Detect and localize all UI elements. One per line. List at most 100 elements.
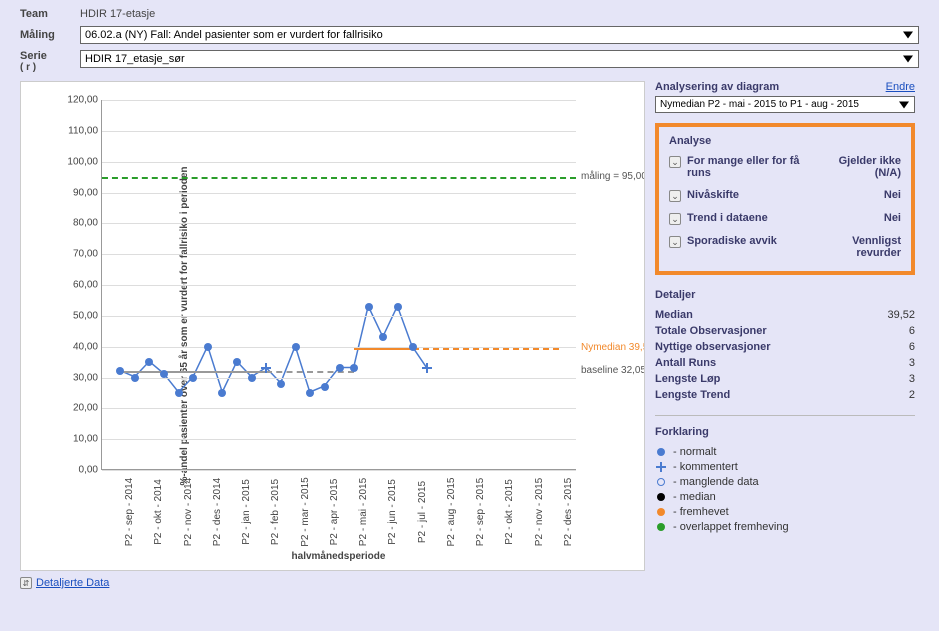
data-point — [175, 389, 183, 397]
maling-label: Måling — [20, 29, 80, 41]
x-tick: P2 - des - 2015 — [559, 478, 574, 546]
data-point — [131, 374, 139, 382]
legend-icon — [655, 446, 667, 458]
x-tick: P2 - sep - 2014 — [120, 478, 135, 546]
data-point — [350, 364, 358, 372]
data-point — [218, 389, 226, 397]
x-tick: P2 - des - 2014 — [208, 478, 223, 546]
serie-select[interactable]: HDIR 17_etasje_sør — [80, 50, 919, 68]
analyse-row-label: Sporadiske avvik — [687, 235, 815, 247]
legend-text: - kommentert — [673, 461, 738, 473]
legend-text: - median — [673, 491, 716, 503]
nymedian-label: Nymedian 39,52 — [581, 342, 645, 353]
y-tick: 0,00 — [62, 465, 98, 476]
data-point — [116, 367, 124, 375]
data-point — [306, 389, 314, 397]
plot-area: 0,0010,0020,0030,0040,0050,0060,0070,008… — [101, 100, 576, 470]
data-point — [379, 333, 387, 341]
analyse-row-value: Nei — [821, 212, 901, 224]
analyse-row-label: Trend i dataene — [687, 212, 815, 224]
y-tick: 100,00 — [62, 156, 98, 167]
legend-icon — [655, 491, 667, 503]
data-point — [204, 343, 212, 351]
data-point — [277, 380, 285, 388]
legend-text: - manglende data — [673, 476, 759, 488]
x-tick: P2 - nov - 2015 — [530, 478, 545, 546]
detail-value: 6 — [909, 341, 915, 353]
detail-value: 39,52 — [887, 309, 915, 321]
x-tick: P2 - feb - 2015 — [266, 479, 281, 545]
data-point — [409, 343, 417, 351]
data-point — [394, 303, 402, 311]
data-point — [365, 303, 373, 311]
x-tick: P2 - mar - 2015 — [296, 477, 311, 546]
legend-icon — [655, 461, 667, 473]
data-point — [321, 383, 329, 391]
detail-value: 2 — [909, 389, 915, 401]
x-tick: P2 - jul - 2015 — [413, 481, 428, 543]
y-tick: 50,00 — [62, 310, 98, 321]
x-tick: P2 - jun - 2015 — [383, 479, 398, 545]
x-tick: P2 - sep - 2015 — [471, 478, 486, 546]
x-axis-title: halvmånedsperiode — [101, 551, 576, 562]
x-tick: P2 - okt - 2015 — [500, 479, 515, 545]
chart-panel: %-andel pasienter over 65 år som er vurd… — [20, 81, 645, 571]
analyse-title: Analyse — [669, 135, 901, 147]
x-tick: P2 - apr - 2015 — [325, 479, 340, 546]
x-tick: P2 - mai - 2015 — [354, 478, 369, 546]
analyse-expand-icon[interactable]: ⌄ — [669, 213, 681, 225]
y-tick: 20,00 — [62, 403, 98, 414]
team-label: Team — [20, 8, 80, 20]
legend-text: - fremhevet — [673, 506, 729, 518]
analyse-expand-icon[interactable]: ⌄ — [669, 236, 681, 248]
data-point — [292, 343, 300, 351]
details-title: Detaljer — [655, 289, 915, 301]
detail-value: 6 — [909, 325, 915, 337]
x-tick: P2 - jan - 2015 — [237, 479, 252, 545]
detail-value: 3 — [909, 357, 915, 369]
legend-text: - overlappet fremheving — [673, 521, 789, 533]
legend-text: - normalt — [673, 446, 716, 458]
y-tick: 40,00 — [62, 341, 98, 352]
y-tick: 80,00 — [62, 218, 98, 229]
change-link[interactable]: Endre — [886, 81, 915, 93]
analyse-row-value: Vennligst revurder — [821, 235, 901, 259]
analyse-expand-icon[interactable]: ⌄ — [669, 156, 681, 168]
detail-label: Lengste Løp — [655, 373, 720, 385]
baseline-label: baseline 32,05 — [581, 365, 645, 376]
period-select[interactable]: Nymedian P2 - mai - 2015 to P1 - aug - 2… — [655, 96, 915, 113]
y-tick: 10,00 — [62, 434, 98, 445]
detail-label: Totale Observasjoner — [655, 325, 767, 337]
side-title: Analysering av diagram — [655, 81, 779, 93]
detail-label: Median — [655, 309, 693, 321]
data-point — [160, 370, 168, 378]
detail-value: 3 — [909, 373, 915, 385]
data-point — [336, 364, 344, 372]
data-point — [189, 374, 197, 382]
y-tick: 30,00 — [62, 372, 98, 383]
analyse-row-value: Gjelder ikke (N/A) — [821, 155, 901, 179]
maling-select[interactable]: 06.02.a (NY) Fall: Andel pasienter som e… — [80, 26, 919, 44]
y-tick: 70,00 — [62, 249, 98, 260]
legend-icon — [655, 476, 667, 488]
data-point — [248, 374, 256, 382]
data-point — [145, 358, 153, 366]
data-point — [261, 363, 271, 373]
serie-label: Serie ( r ) — [20, 50, 80, 73]
detail-label: Lengste Trend — [655, 389, 730, 401]
legend-icon — [655, 521, 667, 533]
x-tick: P2 - aug - 2015 — [442, 478, 457, 547]
analyse-box: Analyse ⌄ For mange eller for få runs Gj… — [655, 123, 915, 275]
analyse-row-value: Nei — [821, 189, 901, 201]
x-tick: P2 - okt - 2014 — [149, 479, 164, 545]
expand-icon[interactable]: ⇵ — [20, 577, 32, 589]
data-point — [233, 358, 241, 366]
detailed-data-link[interactable]: Detaljerte Data — [36, 577, 109, 589]
goal-label: måling = 95,00 — [581, 171, 645, 182]
y-tick: 60,00 — [62, 280, 98, 291]
y-tick: 120,00 — [62, 95, 98, 106]
data-point — [422, 363, 432, 373]
detail-label: Antall Runs — [655, 357, 716, 369]
analyse-expand-icon[interactable]: ⌄ — [669, 190, 681, 202]
analyse-row-label: For mange eller for få runs — [687, 155, 815, 179]
